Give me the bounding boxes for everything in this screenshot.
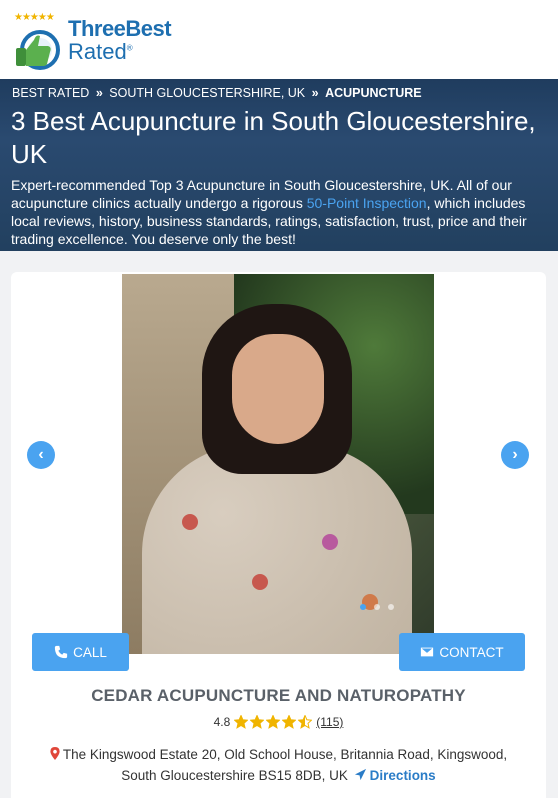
address: The Kingswood Estate 20, Old School Hous… bbox=[11, 744, 546, 786]
thumbs-up-logo-icon bbox=[16, 30, 60, 70]
site-header: ★★★★★ ThreeBest Rated® bbox=[0, 0, 558, 79]
breadcrumb-separator-icon: » bbox=[95, 86, 103, 100]
phone-icon bbox=[54, 645, 68, 659]
envelope-icon bbox=[421, 647, 434, 657]
reviews-link[interactable]: (115) bbox=[316, 715, 343, 729]
breadcrumb: BEST RATED » SOUTH GLOUCESTERSHIRE, UK »… bbox=[12, 86, 422, 100]
page-title: 3 Best Acupuncture in South Gloucestersh… bbox=[11, 106, 536, 169]
star-full-icon bbox=[234, 715, 249, 729]
star-full-icon bbox=[266, 715, 281, 729]
call-button-label: CALL bbox=[73, 644, 107, 660]
logo-stars: ★★★★★ bbox=[14, 12, 55, 23]
breadcrumb-region[interactable]: SOUTH GLOUCESTERSHIRE, UK bbox=[109, 86, 305, 100]
location-arrow-icon bbox=[354, 768, 366, 781]
chevron-right-icon: › bbox=[512, 446, 518, 463]
business-name[interactable]: CEDAR ACUPUNCTURE AND NATUROPATHY bbox=[11, 686, 546, 706]
carousel-dot[interactable] bbox=[374, 604, 380, 610]
star-full-icon bbox=[282, 715, 297, 729]
logo-text-secondary: Rated® bbox=[68, 39, 133, 64]
site-logo[interactable]: ★★★★★ ThreeBest Rated® bbox=[12, 12, 192, 70]
contact-button[interactable]: CONTACT bbox=[399, 633, 525, 671]
breadcrumb-separator-icon: » bbox=[311, 86, 319, 100]
breadcrumb-current: ACUPUNCTURE bbox=[325, 86, 422, 100]
carousel-dot[interactable] bbox=[388, 604, 394, 610]
inspection-link[interactable]: 50-Point Inspection bbox=[307, 195, 427, 211]
contact-button-label: CONTACT bbox=[439, 644, 504, 660]
carousel-next-button[interactable]: › bbox=[501, 441, 529, 469]
carousel-dots bbox=[360, 604, 394, 610]
call-button[interactable]: CALL bbox=[32, 633, 129, 671]
listing-photo bbox=[122, 274, 434, 654]
breadcrumb-home[interactable]: BEST RATED bbox=[12, 86, 89, 100]
address-line-1: The Kingswood Estate 20, Old School Hous… bbox=[62, 747, 508, 762]
listing-card: ‹ › CALL CONTACT CEDAR ACUPUNCTURE AND N… bbox=[11, 272, 546, 798]
rating-value: 4.8 bbox=[213, 715, 231, 729]
address-line-2: South Gloucestershire BS15 8DB, UK bbox=[121, 768, 348, 783]
hero-intro: Expert-recommended Top 3 Acupuncture in … bbox=[11, 177, 527, 247]
carousel-prev-button[interactable]: ‹ bbox=[27, 441, 55, 469]
directions-link[interactable]: Directions bbox=[352, 768, 436, 783]
hero-section: BEST RATED » SOUTH GLOUCESTERSHIRE, UK »… bbox=[0, 79, 558, 251]
map-pin-icon bbox=[50, 747, 60, 760]
carousel-dot[interactable] bbox=[360, 604, 366, 610]
rating-row: 4.8 (115) bbox=[11, 715, 546, 729]
star-half-icon bbox=[298, 715, 313, 729]
chevron-left-icon: ‹ bbox=[38, 446, 44, 463]
registered-mark: ® bbox=[126, 43, 133, 53]
star-full-icon bbox=[250, 715, 265, 729]
rating-stars bbox=[234, 715, 313, 729]
